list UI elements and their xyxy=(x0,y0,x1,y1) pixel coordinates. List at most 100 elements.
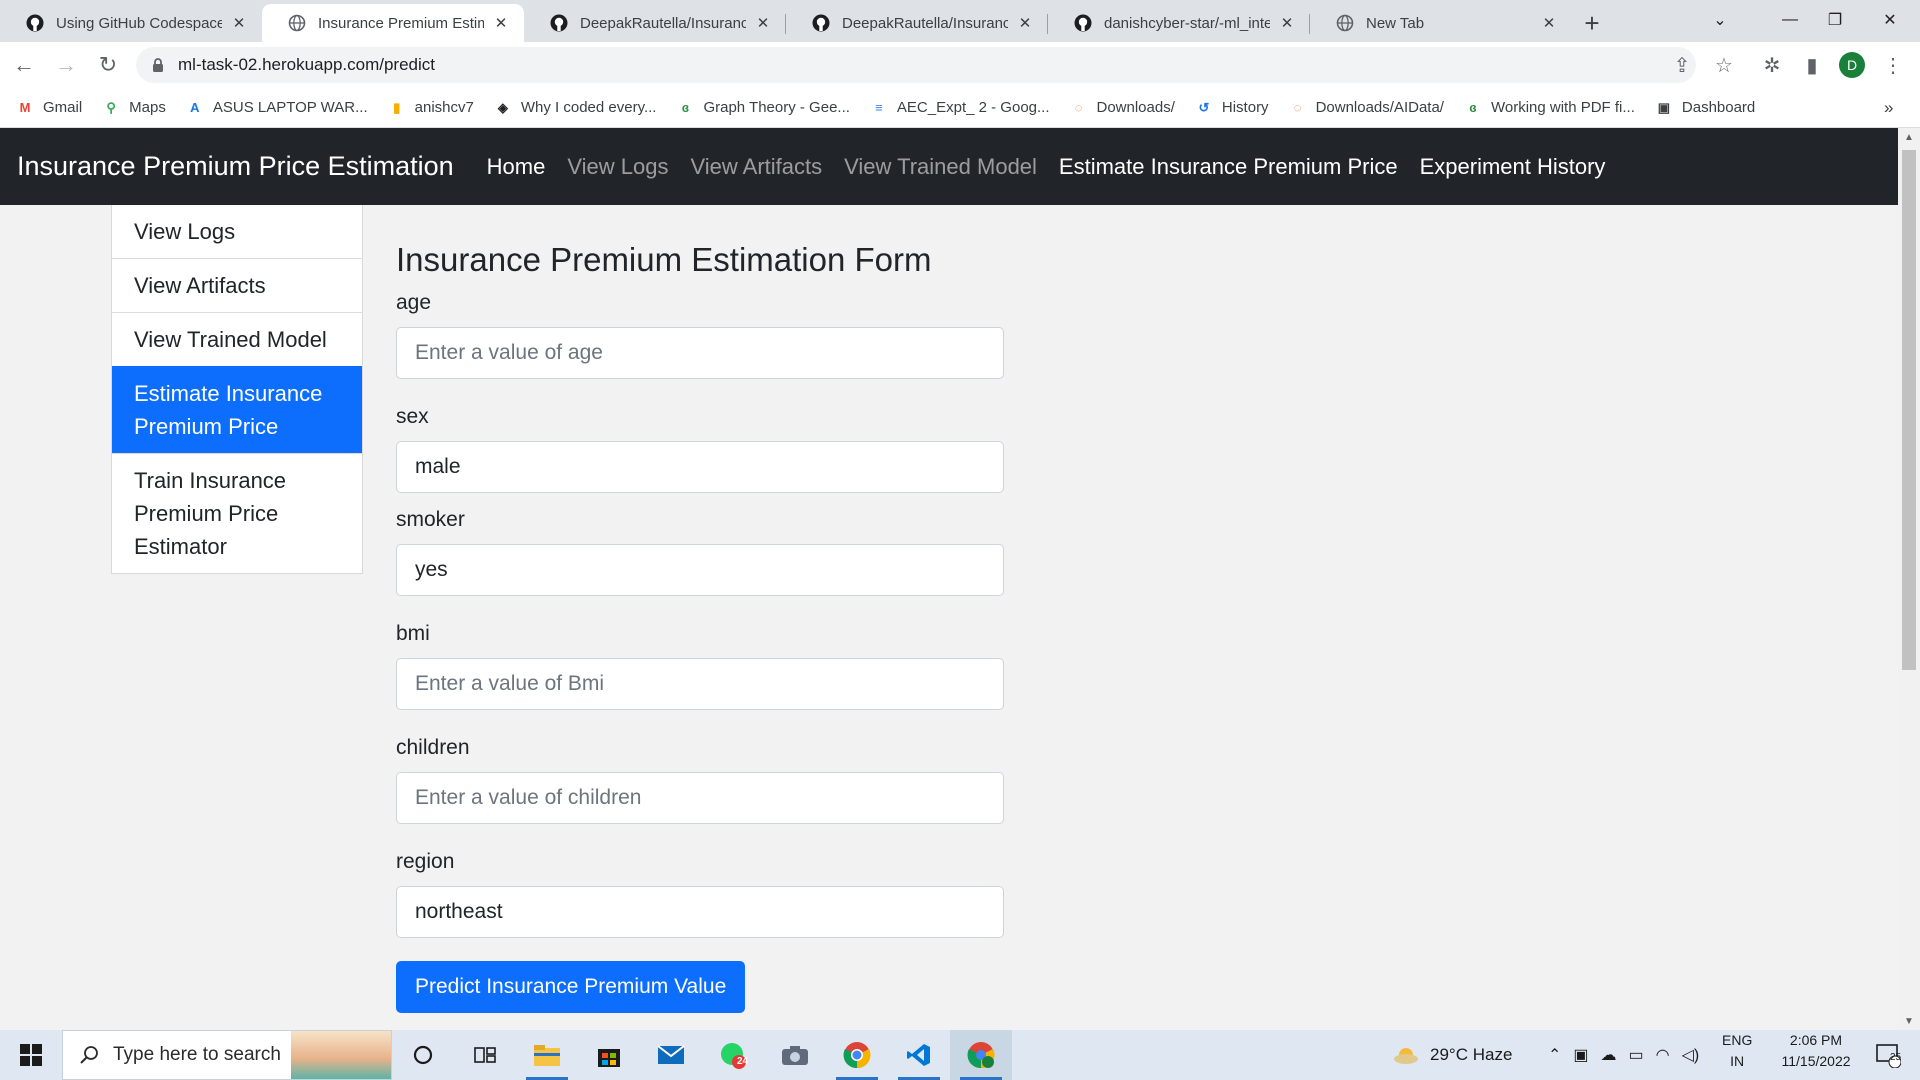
bookmarks-overflow-icon[interactable]: » xyxy=(1884,98,1893,118)
volume-icon[interactable]: ◁) xyxy=(1682,1045,1700,1065)
browser-tab[interactable]: Insurance Premium Estimat ✕ xyxy=(262,4,524,42)
sidebar-item[interactable]: Estimate Insurance Premium Price xyxy=(112,366,362,453)
url-bar[interactable]: ml-task-02.herokuapp.com/predict xyxy=(136,47,1696,83)
vscode-icon[interactable] xyxy=(888,1030,950,1080)
cortana-icon[interactable] xyxy=(392,1030,454,1080)
tab-close-icon[interactable]: ✕ xyxy=(1278,14,1296,32)
clock-date: 11/15/2022 xyxy=(1781,1053,1851,1069)
bookmark-star-icon[interactable]: ☆ xyxy=(1704,42,1744,88)
nav-link[interactable]: View Trained Model xyxy=(844,154,1037,180)
bookmark-item[interactable]: ↺ History xyxy=(1195,99,1268,117)
weather-widget[interactable]: 29°C Haze xyxy=(1394,1030,1512,1080)
site-navbar: Insurance Premium Price Estimation Home V… xyxy=(0,128,1898,205)
bookmark-item[interactable]: ⚲ Maps xyxy=(102,99,166,117)
age-input[interactable] xyxy=(396,327,1004,379)
github-icon xyxy=(26,14,44,32)
browser-tab[interactable]: danishcyber-star/-ml_intern ✕ xyxy=(1048,4,1310,42)
predict-button[interactable]: Predict Insurance Premium Value xyxy=(396,961,746,1013)
bookmark-item[interactable]: ≡ AEC_Expt_ 2 - Goog... xyxy=(870,99,1049,117)
window-close-button[interactable]: ✕ xyxy=(1860,0,1920,40)
profile-avatar[interactable]: D xyxy=(1832,42,1872,88)
bookmark-label: ASUS LAPTOP WAR... xyxy=(212,99,368,116)
children-input[interactable] xyxy=(396,772,1004,824)
scroll-down-icon[interactable]: ▼ xyxy=(1898,1012,1920,1030)
share-icon[interactable]: ⇪ xyxy=(1662,42,1702,88)
tray-device-icon[interactable]: ▣ xyxy=(1573,1045,1588,1065)
side-panel-icon[interactable]: ▮ xyxy=(1792,42,1832,88)
language-indicator[interactable]: ENG IN xyxy=(1722,1030,1752,1080)
sidebar-item[interactable]: View Trained Model xyxy=(112,312,362,366)
file-explorer-icon[interactable] xyxy=(516,1030,578,1080)
nav-link[interactable]: Estimate Insurance Premium Price xyxy=(1059,154,1398,180)
github-icon xyxy=(1074,14,1092,32)
tab-close-icon[interactable]: ✕ xyxy=(754,14,772,32)
bookmark-item[interactable]: ▣ Dashboard xyxy=(1655,99,1756,117)
navbar-brand[interactable]: Insurance Premium Price Estimation xyxy=(17,151,454,182)
onedrive-icon[interactable]: ☁ xyxy=(1601,1045,1617,1065)
windows-taskbar: Type here to search 24 29°C Haze ⌃ ▣ ☁ ▭… xyxy=(0,1030,1920,1080)
bookmarks-bar: M Gmail ⚲ Maps A ASUS LAPTOP WAR... ▮ anishcv7 ◈… xyxy=(0,88,1920,128)
clock[interactable]: 2:06 PM 11/15/2022 xyxy=(1770,1030,1862,1080)
browser-tab[interactable]: DeepakRautella/Insurance_ ✕ xyxy=(524,4,786,42)
menu-icon[interactable]: ⋮ xyxy=(1873,42,1913,88)
browser-tab[interactable]: New Tab ✕ xyxy=(1310,4,1572,42)
bmi-input[interactable] xyxy=(396,658,1004,710)
nav-link[interactable]: Home xyxy=(487,154,546,180)
nav-link[interactable]: View Artifacts xyxy=(690,154,822,180)
sex-input[interactable] xyxy=(396,441,1004,493)
sidebar-item[interactable]: View Artifacts xyxy=(112,258,362,312)
page-scrollbar[interactable]: ▲ ▼ xyxy=(1898,128,1920,1030)
back-icon[interactable]: ← xyxy=(6,47,42,83)
scrollbar-thumb[interactable] xyxy=(1902,150,1916,670)
chrome-profile-icon[interactable] xyxy=(950,1030,1012,1080)
bookmark-item[interactable]: ɞ Working with PDF fi... xyxy=(1464,99,1635,117)
battery-icon[interactable]: ▭ xyxy=(1629,1045,1644,1065)
language-top: ENG xyxy=(1722,1032,1753,1048)
task-view-icon[interactable] xyxy=(454,1030,516,1080)
form-title: Insurance Premium Estimation Form xyxy=(396,241,932,278)
bookmark-item[interactable]: M Gmail xyxy=(16,99,83,117)
tab-close-icon[interactable]: ✕ xyxy=(492,14,510,32)
whatsapp-icon[interactable]: 24 xyxy=(702,1030,764,1080)
tray-chevron-icon[interactable]: ⌃ xyxy=(1548,1045,1561,1065)
reload-icon[interactable]: ↻ xyxy=(90,47,126,83)
bookmark-item[interactable]: ◌ Downloads/AIData/ xyxy=(1289,99,1444,117)
history-icon: ↺ xyxy=(1198,99,1210,115)
bookmark-item[interactable]: ▮ anishcv7 xyxy=(388,99,474,117)
nav-link[interactable]: View Logs xyxy=(567,154,668,180)
tab-close-icon[interactable]: ✕ xyxy=(1016,14,1034,32)
extensions-icon[interactable]: ✲ xyxy=(1752,42,1792,88)
nav-link[interactable]: Experiment History xyxy=(1420,154,1606,180)
bookmark-item[interactable]: ◌ Downloads/ xyxy=(1070,99,1175,117)
bookmark-item[interactable]: ɞ Graph Theory - Gee... xyxy=(676,99,850,117)
tab-close-icon[interactable]: ✕ xyxy=(230,14,248,32)
tab-title: danishcyber-star/-ml_intern xyxy=(1104,14,1270,32)
camera-icon[interactable] xyxy=(764,1030,826,1080)
language-bottom: IN xyxy=(1730,1053,1745,1069)
chrome-icon[interactable] xyxy=(826,1030,888,1080)
windows-start-icon[interactable] xyxy=(0,1030,62,1080)
tab-close-icon[interactable]: ✕ xyxy=(1540,14,1558,32)
mail-icon[interactable] xyxy=(640,1030,702,1080)
notification-center-icon[interactable]: 25 xyxy=(1868,1030,1908,1080)
tab-search-icon[interactable]: ⌄ xyxy=(1690,0,1750,40)
article-icon: ◈ xyxy=(497,99,508,115)
bookmark-label: Dashboard xyxy=(1681,99,1756,116)
scroll-up-icon[interactable]: ▲ xyxy=(1898,128,1920,146)
sidebar-item[interactable]: View Logs xyxy=(112,205,362,258)
smoker-input[interactable] xyxy=(396,544,1004,596)
sidebar-item[interactable]: Train Insurance Premium Price Estimator xyxy=(112,453,362,573)
bookmark-label: Maps xyxy=(129,99,166,116)
tab-title: Insurance Premium Estimat xyxy=(318,14,484,32)
restore-button[interactable]: ❐ xyxy=(1805,0,1865,40)
new-tab-button[interactable]: + xyxy=(1572,4,1612,42)
browser-tab[interactable]: DeepakRautella/Insurance_ ✕ xyxy=(786,4,1048,42)
forward-icon[interactable]: → xyxy=(48,47,84,83)
wifi-icon[interactable]: ◠ xyxy=(1656,1045,1670,1065)
taskbar-search[interactable]: Type here to search xyxy=(62,1030,392,1080)
bookmark-item[interactable]: ◈ Why I coded every... xyxy=(494,99,657,117)
region-input[interactable] xyxy=(396,886,1004,938)
bookmark-item[interactable]: A ASUS LAPTOP WAR... xyxy=(186,99,368,117)
store-icon[interactable] xyxy=(578,1030,640,1080)
browser-tab[interactable]: Using GitHub Codespaces i ✕ xyxy=(0,4,262,42)
